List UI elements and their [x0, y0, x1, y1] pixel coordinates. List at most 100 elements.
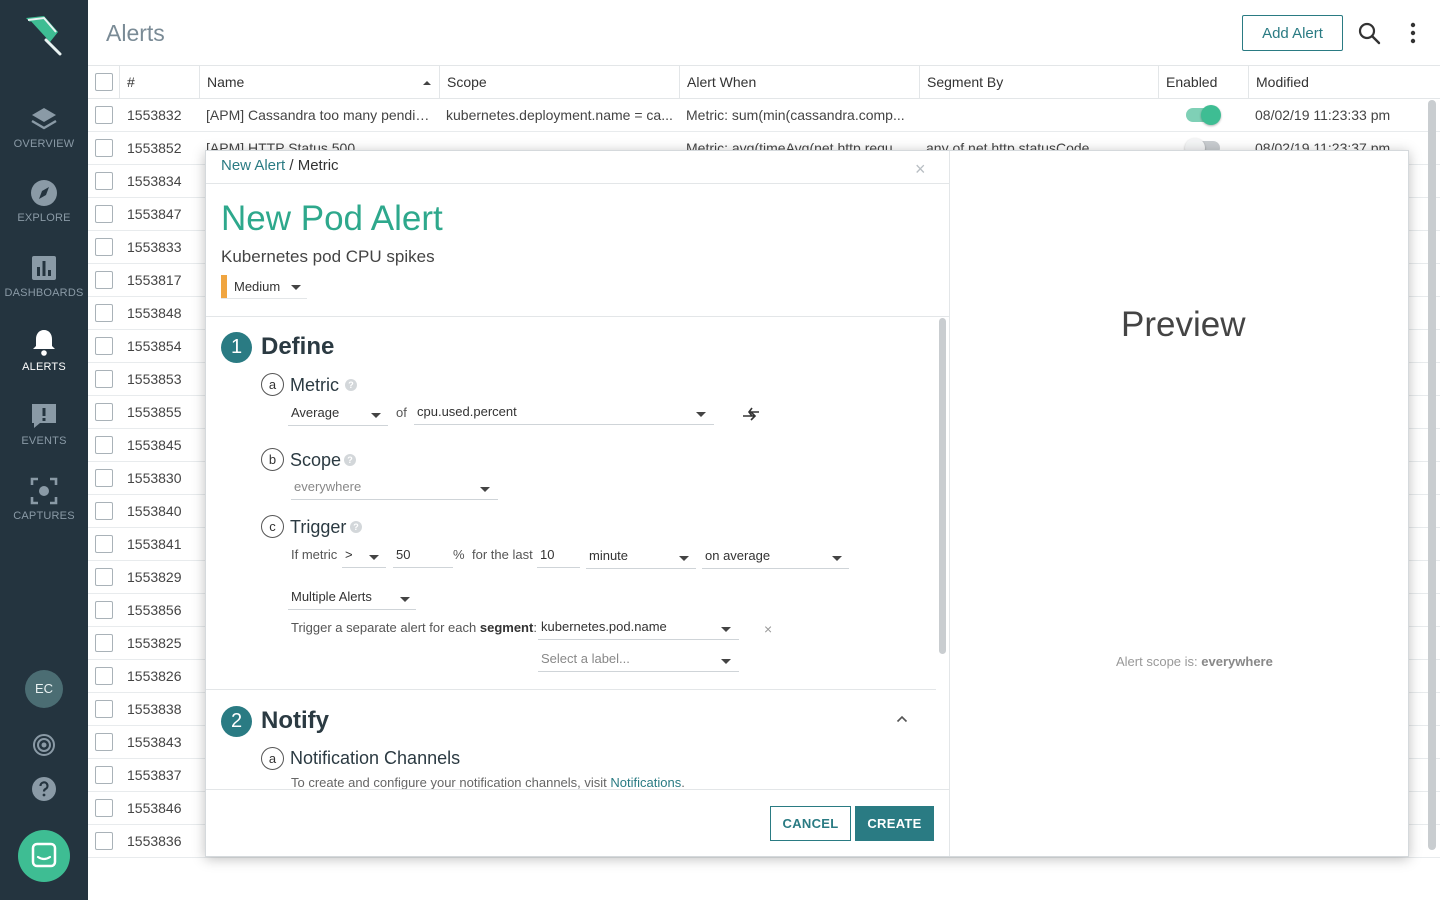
sort-ascending-icon: [423, 81, 431, 85]
table-scrollbar[interactable]: [1428, 100, 1436, 850]
row-checkbox[interactable]: [95, 502, 113, 520]
search-icon[interactable]: [1357, 21, 1381, 45]
cell-id: 1553817: [127, 272, 182, 288]
compass-icon: [31, 180, 57, 206]
row-checkbox[interactable]: [95, 106, 113, 124]
sidebar-item-explore[interactable]: EXPLORE: [0, 178, 88, 242]
scope-help-icon[interactable]: ?: [344, 454, 356, 466]
cell-id: 1553852: [127, 140, 182, 156]
row-checkbox[interactable]: [95, 238, 113, 256]
panel-divider: [949, 151, 950, 856]
row-checkbox[interactable]: [95, 436, 113, 454]
create-button[interactable]: CREATE: [855, 806, 934, 841]
cell-name[interactable]: [APM] Cassandra too many pendin...: [206, 99, 434, 131]
chevron-down-icon: [291, 285, 301, 290]
sidebar: OVERVIEW EXPLORE DASHBOARDS ALERTS EVENTS CAP…: [0, 0, 88, 900]
row-checkbox[interactable]: [95, 766, 113, 784]
if-metric-label: If metric: [291, 547, 338, 562]
alert-mode-value: Multiple Alerts: [291, 589, 372, 604]
channels-help-text: To create and configure your notificatio…: [291, 775, 685, 790]
scope-note-prefix: Alert scope is:: [1116, 654, 1198, 669]
breadcrumb-new-alert[interactable]: New Alert: [221, 157, 285, 174]
preview-chart: 06 AM09 AM12 PM100 %80 %60 %40 %20 %0: [986, 346, 1376, 636]
scope-dropdown[interactable]: everywhere: [291, 476, 498, 500]
row-checkbox[interactable]: [95, 172, 113, 190]
column-scope[interactable]: Scope: [439, 66, 679, 99]
page-title: Alerts: [106, 20, 165, 46]
row-checkbox[interactable]: [95, 535, 113, 553]
sidebar-item-overview[interactable]: OVERVIEW: [0, 104, 88, 168]
clear-segment-icon[interactable]: ×: [764, 621, 772, 637]
severity-dropdown[interactable]: Medium: [221, 275, 307, 299]
row-checkbox[interactable]: [95, 403, 113, 421]
row-checkbox[interactable]: [95, 601, 113, 619]
notifications-link[interactable]: Notifications: [610, 775, 681, 790]
metric-help-icon[interactable]: ?: [345, 379, 357, 391]
duration-value: 10: [540, 547, 555, 562]
metric-name-dropdown[interactable]: cpu.used.percent: [414, 401, 714, 425]
chat-button[interactable]: [18, 830, 70, 882]
threshold-input[interactable]: 50: [393, 544, 453, 568]
chevron-down-icon: [832, 556, 842, 561]
row-checkbox[interactable]: [95, 337, 113, 355]
form-scrollbar[interactable]: [939, 318, 946, 654]
metric-aggregation-dropdown[interactable]: Average: [288, 402, 388, 426]
table-row[interactable]: 1553832 [APM] Cassandra too many pendin..…: [88, 99, 1440, 132]
row-checkbox[interactable]: [95, 139, 113, 157]
segment-dropdown[interactable]: kubernetes.pod.name: [538, 616, 739, 640]
column-alert-when[interactable]: Alert When: [679, 66, 919, 99]
segment-label-text: Trigger a separate alert for each: [291, 620, 477, 635]
duration-input[interactable]: 10: [537, 544, 580, 568]
add-alert-button[interactable]: Add Alert: [1242, 15, 1343, 51]
alert-description[interactable]: Kubernetes pod CPU spikes: [221, 247, 435, 267]
column-modified[interactable]: Modified: [1248, 66, 1440, 99]
sidebar-item-alerts[interactable]: ALERTS: [0, 327, 88, 391]
column-enabled[interactable]: Enabled: [1158, 66, 1248, 99]
sidebar-item-label: EVENTS: [21, 435, 67, 447]
cell-alert-when: Metric: sum(min(cassandra.comp...: [686, 107, 905, 123]
row-checkbox[interactable]: [95, 370, 113, 388]
enabled-toggle[interactable]: [1186, 105, 1221, 125]
trigger-aggregation-dropdown[interactable]: on average: [702, 545, 849, 569]
cell-id: 1553829: [127, 569, 182, 585]
row-checkbox[interactable]: [95, 469, 113, 487]
column-id[interactable]: #: [119, 66, 199, 99]
label-dropdown[interactable]: Select a label...: [538, 648, 739, 672]
swap-icon[interactable]: [741, 407, 761, 421]
select-all-checkbox[interactable]: [95, 73, 113, 91]
logo-icon[interactable]: [22, 12, 66, 56]
alert-title[interactable]: New Pod Alert: [221, 199, 443, 239]
trigger-help-icon[interactable]: ?: [350, 521, 362, 533]
operator-dropdown[interactable]: >: [342, 544, 386, 568]
sidebar-item-events[interactable]: EVENTS: [0, 401, 88, 465]
cancel-button[interactable]: CANCEL: [770, 806, 851, 841]
integrations-icon[interactable]: [32, 733, 56, 757]
duration-unit-dropdown[interactable]: minute: [586, 545, 696, 569]
column-segment-by[interactable]: Segment By: [919, 66, 1158, 99]
close-icon[interactable]: ×: [915, 159, 926, 180]
row-checkbox[interactable]: [95, 700, 113, 718]
row-checkbox[interactable]: [95, 205, 113, 223]
avatar[interactable]: EC: [25, 670, 63, 708]
more-options-icon[interactable]: [1403, 22, 1423, 44]
row-checkbox[interactable]: [95, 832, 113, 850]
cell-id: 1553834: [127, 173, 182, 189]
row-checkbox[interactable]: [95, 733, 113, 751]
cell-id: 1553832: [127, 107, 182, 123]
step-number-notify: 2: [221, 706, 252, 737]
row-checkbox[interactable]: [95, 568, 113, 586]
column-name[interactable]: Name: [199, 66, 439, 99]
help-icon[interactable]: [31, 776, 57, 802]
row-checkbox[interactable]: [95, 634, 113, 652]
chevron-up-icon[interactable]: [896, 715, 908, 723]
row-checkbox[interactable]: [95, 667, 113, 685]
sidebar-item-dashboards[interactable]: DASHBOARDS: [0, 253, 88, 317]
new-alert-modal: New Alert / Metric × New Pod Alert Kuber…: [205, 150, 1409, 857]
row-checkbox[interactable]: [95, 271, 113, 289]
chevron-down-icon: [679, 556, 689, 561]
row-checkbox[interactable]: [95, 304, 113, 322]
alert-mode-dropdown[interactable]: Multiple Alerts: [288, 586, 416, 610]
row-checkbox[interactable]: [95, 799, 113, 817]
sidebar-item-captures[interactable]: CAPTURES: [0, 476, 88, 540]
channels-help-end: .: [681, 775, 685, 790]
